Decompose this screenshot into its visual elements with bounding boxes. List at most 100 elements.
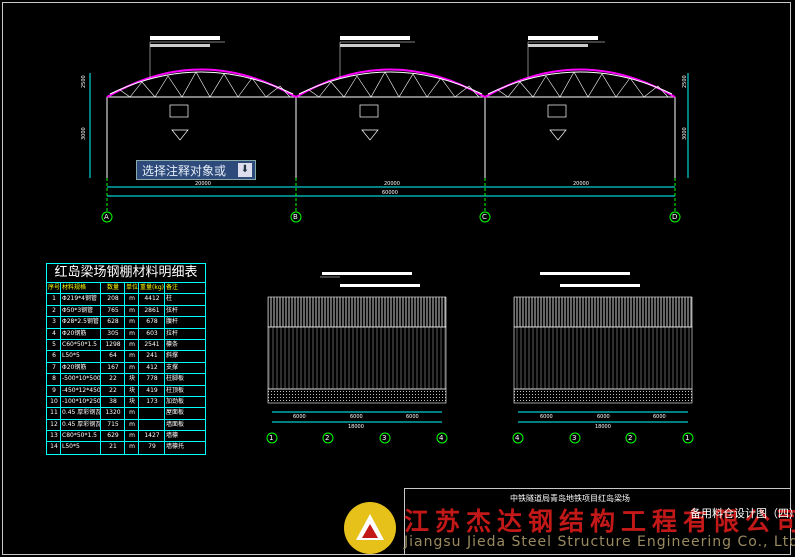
download-icon[interactable]: ⬇ [238, 163, 252, 177]
table-cell: 2 [47, 305, 61, 317]
table-row: 5 C60*50*1.5 1298 m 2541 檩条 [47, 339, 205, 352]
elev-right-axis-3: 3 [572, 434, 576, 442]
elev-left-total: 18000 [348, 424, 364, 430]
elev-right-axis-2: 2 [628, 434, 632, 442]
truss-web-2 [308, 71, 480, 98]
table-cell: 64 [101, 351, 125, 362]
table-cell: Φ20钢筋 [61, 328, 101, 339]
table-cell: 7 [47, 362, 61, 374]
table-cell: 1320 [101, 408, 125, 419]
table-row: 2 Φ50*3钢管 765 m 2861 弦杆 [47, 305, 205, 318]
sheet-title: 备用料仓设计图（四） [690, 507, 795, 520]
table-cell: Φ20钢筋 [61, 362, 101, 374]
arch-1-inner [109, 71, 294, 95]
table-row: 14 L50*5 21 m 79 墙檩托 [47, 442, 205, 454]
table-cell: 628 [101, 317, 125, 328]
table-cell: m [125, 419, 139, 431]
table-cell: m [125, 362, 139, 374]
elev-right-dim-3: 6000 [653, 414, 666, 420]
elev-left-dim-1: 6000 [293, 414, 306, 420]
truss-web-1 [119, 71, 291, 98]
table-row: 10 -100*10*250 38 块 173 加劲板 [47, 396, 205, 409]
table-cell: m [125, 408, 139, 419]
table-cell: Φ50*3钢管 [61, 305, 101, 317]
table-cell: 加劲板 [166, 397, 185, 405]
table-cell: 3 [47, 317, 61, 328]
table-cell: 4 [47, 328, 61, 339]
command-tooltip[interactable]: 选择注释对象或 ⬇ [136, 160, 256, 180]
table-cell: 2861 [139, 305, 165, 317]
table-cell: 弦杆 [166, 306, 179, 314]
elev-left-axis-2: 2 [325, 434, 329, 442]
table-row: 6 L50*5 64 m 241 斜撑 [47, 351, 205, 363]
tooltip-prompt: 选择注释对象或 [142, 163, 227, 178]
table-cell: C60*50*1.5 [61, 339, 101, 351]
table-cell: 173 [139, 396, 165, 408]
table-cell: 1298 [101, 339, 125, 351]
table-cell: 墙檩 [166, 432, 179, 440]
table-cell: 9 [47, 385, 61, 396]
elev-left-dim-2: 6000 [350, 414, 363, 420]
elev-right-dim-2: 6000 [597, 414, 610, 420]
header-cell: 序号 [47, 283, 61, 294]
table-cell: 块 [125, 385, 139, 396]
axis-b: B [293, 213, 298, 221]
table-cell: 241 [139, 351, 165, 362]
table-cell: 11 [47, 408, 61, 419]
table-cell: 墙檩托 [166, 443, 185, 451]
table-row: 9 -450*12*450 22 块 419 柱顶板 [47, 385, 205, 397]
table-cell: Φ219*4钢管 [61, 294, 101, 305]
table-cell: 8 [47, 374, 61, 385]
table-cell: m [125, 351, 139, 362]
table-row: 12 0.45 厚彩钢瓦 715 m 墙面板 [47, 419, 205, 432]
table-cell [139, 419, 165, 431]
table-cell: 0.45 厚彩钢瓦 [61, 419, 101, 431]
elev-left-axis-1: 1 [269, 434, 273, 442]
table-cell: 22 [101, 385, 125, 396]
header-cell: 备注 [166, 284, 179, 291]
table-cell: -450*12*450 [61, 385, 101, 396]
table-cell: 21 [101, 442, 125, 454]
table-cell: 拉杆 [166, 329, 179, 337]
table-cell: 603 [139, 328, 165, 339]
truss-web-3 [497, 71, 669, 98]
dim-total: 60000 [382, 190, 398, 196]
table-cell: 419 [139, 385, 165, 396]
table-body: 1 Φ219*4钢管 208 m 4412 柱 2 Φ50*3钢管 765 m 2861 弦杆 3 Φ28… [47, 294, 205, 454]
axis-c: C [482, 213, 487, 221]
axis-bubbles-top [101, 211, 681, 223]
table-cell: 0.45 厚彩钢瓦 [61, 408, 101, 419]
dim-right-arch: 2500 [682, 75, 688, 88]
table-cell: 22 [101, 374, 125, 385]
table-row: 13 C80*50*1.5 629 m 1427 墙檩 [47, 431, 205, 443]
table-cell: m [125, 431, 139, 442]
header-cell: 材料规格 [61, 283, 101, 294]
dim-span-2: 20000 [384, 181, 400, 187]
table-cell: 柱顶板 [166, 386, 185, 394]
axis-a: A [104, 213, 109, 221]
table-cell: 块 [125, 396, 139, 408]
table-cell: 208 [101, 294, 125, 305]
table-cell: Φ28*2.5钢管 [61, 317, 101, 328]
roof-note-2 [340, 36, 410, 40]
table-cell: m [125, 317, 139, 328]
dim-left-height: 3000 [81, 127, 87, 140]
elev-left-dim-3: 6000 [406, 414, 419, 420]
table-cell: L50*5 [61, 442, 101, 454]
table-cell: 柱 [166, 295, 173, 303]
elev-left-axis-4: 4 [439, 434, 444, 442]
dim-span-1: 20000 [195, 181, 211, 187]
table-row: 3 Φ28*2.5钢管 628 m 678 腹杆 [47, 317, 205, 329]
table-cell: 5 [47, 339, 61, 351]
table-cell: -500*10*500 [61, 374, 101, 385]
dim-span-3: 20000 [573, 181, 589, 187]
table-cell: 1427 [139, 431, 165, 442]
table-cell: L50*5 [61, 351, 101, 362]
table-cell: 14 [47, 442, 61, 454]
elev-right-axis-4: 4 [515, 434, 520, 442]
table-cell: -100*10*250 [61, 396, 101, 408]
table-cell: 629 [101, 431, 125, 442]
table-cell: 305 [101, 328, 125, 339]
table-cell: 腹杆 [166, 318, 179, 326]
table-cell: 屋面板 [166, 409, 185, 417]
